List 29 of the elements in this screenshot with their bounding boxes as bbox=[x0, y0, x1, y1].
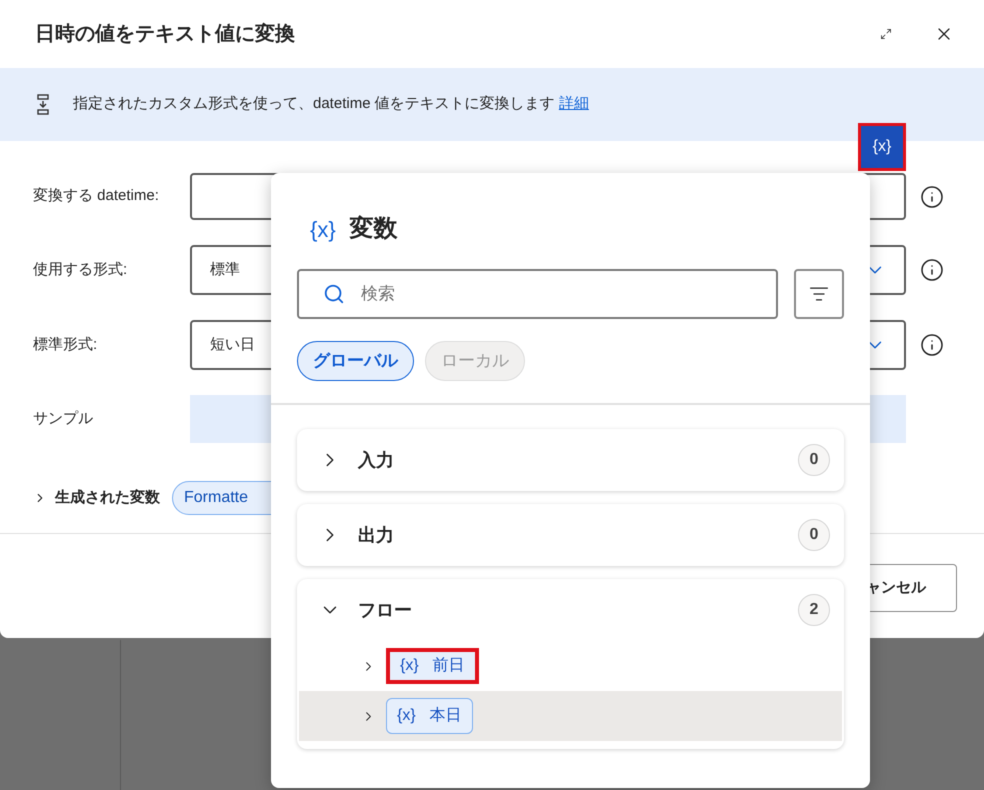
action-icon bbox=[37, 94, 49, 116]
panel-title: 変数 bbox=[350, 214, 398, 244]
variable-chip[interactable]: {x} 本日 bbox=[386, 698, 473, 734]
group-header[interactable]: 出力 0 bbox=[297, 504, 844, 566]
info-icon[interactable] bbox=[920, 258, 944, 282]
scope-tab[interactable]: グローバル bbox=[297, 341, 414, 381]
variables-button[interactable]: {x} bbox=[858, 123, 906, 171]
expand-icon bbox=[880, 28, 892, 40]
details-link[interactable]: 詳細 bbox=[558, 95, 589, 112]
variable-chip[interactable]: {x} 前日 bbox=[386, 648, 479, 684]
count-badge: 2 bbox=[798, 594, 830, 626]
field-label: 使用する形式: bbox=[33, 260, 128, 280]
search-field[interactable]: 検索 bbox=[297, 269, 778, 319]
field-label: 標準形式: bbox=[33, 334, 98, 355]
info-icon[interactable] bbox=[920, 184, 944, 208]
field-label: サンプル bbox=[33, 408, 94, 429]
search-icon bbox=[323, 283, 345, 305]
field-label: 変換する datetime: bbox=[33, 186, 160, 206]
group-header[interactable]: 入力 0 bbox=[297, 429, 844, 491]
info-icon[interactable] bbox=[920, 333, 944, 357]
variable-row[interactable]: {x} 本日 bbox=[299, 691, 842, 741]
description-text: 指定されたカスタム形式を使って、datetime 値をテキストに変換します 詳細 bbox=[73, 94, 589, 114]
count-badge: 0 bbox=[798, 444, 830, 476]
generated-variables-label: 生成された変数 bbox=[55, 488, 160, 508]
filter-button[interactable] bbox=[794, 269, 844, 319]
count-badge: 0 bbox=[798, 519, 830, 551]
search-input[interactable]: 検索 bbox=[361, 281, 776, 307]
dialog-title: 日時の値をテキスト値に変換 bbox=[35, 22, 296, 47]
variable-icon: {x} bbox=[310, 212, 336, 246]
